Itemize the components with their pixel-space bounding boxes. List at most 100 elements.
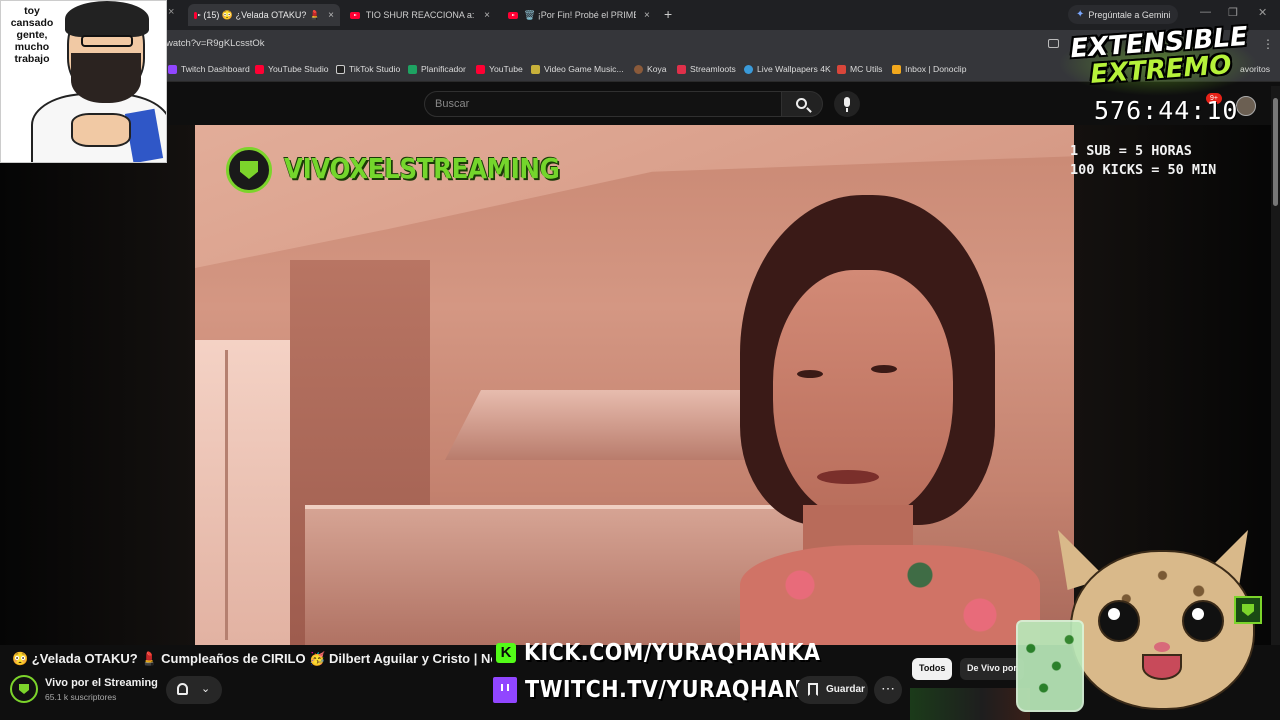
bookmark-mc-utils[interactable]: MC Utils	[837, 64, 882, 74]
tab-title: TIO SHUR REACCIONA a: "SIDE	[365, 10, 476, 20]
bookmark-tiktok-studio[interactable]: TikTok Studio	[336, 64, 400, 74]
url-field[interactable]: watch?v=R9gKLcsstOk	[166, 38, 264, 49]
bookmark-label: Streamloots	[690, 64, 736, 74]
chip-from-channel[interactable]: De Vivo por	[960, 658, 1024, 680]
subathon-timer: 576:44:10	[1094, 96, 1239, 125]
meme-caption: toy cansado gente, mucho trabajo	[10, 5, 54, 65]
youtube-studio-icon	[255, 64, 264, 74]
bookmark-twitch-dashboard[interactable]: Twitch Dashboard	[168, 64, 250, 74]
tab-close-icon[interactable]: ×	[644, 10, 650, 21]
channel-name[interactable]: Vivo por el Streaming	[45, 677, 158, 689]
screen-root: × (15) 😳 ¿Velada OTAKU? 💄 × TIO SHUR REA…	[0, 0, 1280, 720]
youtube-favicon-icon	[194, 11, 202, 19]
video-person-eye	[871, 365, 897, 373]
meme-hand	[71, 113, 131, 147]
youtube-icon	[476, 64, 485, 74]
music-icon	[531, 64, 540, 74]
video-person-shirt	[740, 545, 1040, 645]
bookmark-youtube-studio[interactable]: YouTube Studio	[255, 64, 329, 74]
browser-tab-active[interactable]: (15) 😳 ¿Velada OTAKU? 💄 ×	[188, 4, 340, 26]
sub-rule-text: 1 SUB = 5 HORAS	[1070, 143, 1192, 159]
cat-nose	[1154, 642, 1170, 652]
tiktok-icon	[336, 64, 345, 74]
bookmark-label: YouTube	[489, 64, 523, 74]
cat-mascot-overlay	[1050, 530, 1280, 720]
cat-head	[1070, 550, 1255, 710]
left-backdrop	[0, 125, 195, 645]
kick-logo-icon: K	[496, 643, 516, 663]
search-input[interactable]: Buscar	[424, 91, 782, 117]
donoclip-icon	[892, 64, 901, 74]
save-button[interactable]: Guardar	[796, 676, 868, 704]
video-person-eye	[797, 370, 823, 378]
search-icon	[796, 98, 807, 109]
twitch-logo-icon	[493, 677, 517, 703]
tab-close-icon[interactable]: ×	[484, 10, 490, 21]
channel-avatar[interactable]	[10, 675, 38, 703]
bookmark-icon	[808, 683, 818, 696]
browser-tab[interactable]: TIO SHUR REACCIONA a: "SIDE ×	[344, 4, 496, 26]
bookmark-youtube[interactable]: YouTube	[476, 64, 523, 74]
bookmark-label: Video Game Music...	[544, 64, 624, 74]
meme-beard	[71, 53, 141, 103]
scrollbar-thumb[interactable]	[1273, 98, 1278, 206]
bookmark-label: Inbox | Donoclip	[905, 64, 967, 74]
meme-glasses	[81, 35, 133, 47]
bookmark-planificador[interactable]: Planificador	[408, 64, 466, 74]
drink-cup-overlay	[1016, 620, 1084, 712]
video-window	[195, 340, 290, 645]
bookmark-video-game-music[interactable]: Video Game Music...	[531, 64, 624, 74]
bookmark-koya[interactable]: Koya	[634, 64, 667, 74]
calendar-icon	[408, 64, 417, 74]
close-window-button[interactable]: ✕	[1258, 6, 1267, 19]
cat-eye	[1182, 600, 1224, 642]
bookmark-label: Twitch Dashboard	[181, 64, 250, 74]
gemini-button[interactable]: ✦ Pregúntale a Gemini	[1068, 5, 1179, 24]
gemini-sparkle-icon: ✦	[1076, 9, 1085, 20]
kick-url: KICK.COM/YURAQHANKA	[524, 640, 821, 666]
video-person-mouth	[817, 470, 879, 484]
bookmark-label: TikTok Studio	[349, 64, 401, 74]
chip-all[interactable]: Todos	[912, 658, 953, 680]
browser-menu-icon[interactable]: ⋮	[1262, 37, 1274, 51]
wallpaper-icon	[744, 64, 753, 74]
channel-shield-icon	[1234, 596, 1262, 624]
browser-tab-bar: × (15) 😳 ¿Velada OTAKU? 💄 × TIO SHUR REA…	[0, 0, 1280, 30]
bookmark-streamloots[interactable]: Streamloots	[677, 64, 736, 74]
channel-watermark-logo	[226, 147, 272, 193]
channel-watermark: VIVOXELSTREAMING	[284, 152, 560, 185]
kicks-rule-text: 100 KICKS = 50 MIN	[1070, 162, 1217, 178]
streamloots-icon	[677, 64, 686, 74]
first-tab-close-icon[interactable]: ×	[168, 6, 174, 18]
meme-overlay: toy cansado gente, mucho trabajo	[0, 0, 167, 163]
chevron-down-icon: ⌄	[201, 683, 211, 695]
bookmark-label: Koya	[647, 64, 667, 74]
save-label: Guardar	[826, 684, 865, 695]
cat-mouth	[1142, 654, 1182, 680]
more-actions-button[interactable]: ⋯	[874, 676, 902, 704]
tab-title: (15) 😳 ¿Velada OTAKU? 💄	[203, 9, 321, 20]
minimize-button[interactable]: —	[1200, 6, 1211, 18]
mc-utils-icon	[837, 64, 846, 74]
kick-promo: K KICK.COM/YURAQHANKA	[496, 640, 853, 666]
related-video-thumbnail[interactable]	[910, 688, 1030, 720]
video-player[interactable]	[195, 125, 1074, 645]
account-avatar[interactable]	[1236, 96, 1256, 116]
bookmark-label: Live Wallpapers 4K	[757, 64, 831, 74]
cat-eye	[1098, 600, 1140, 642]
twitch-icon	[168, 64, 177, 74]
search-button[interactable]	[781, 91, 823, 117]
koya-icon	[634, 64, 643, 74]
tab-close-icon[interactable]: ×	[328, 10, 334, 21]
voice-search-icon[interactable]	[834, 91, 860, 117]
bookmark-label: YouTube Studio	[268, 64, 329, 74]
bookmark-live-wallpapers[interactable]: Live Wallpapers 4K	[744, 64, 831, 74]
new-tab-button[interactable]: +	[664, 6, 672, 22]
bookmark-donoclip[interactable]: Inbox | Donoclip	[892, 64, 966, 74]
subscription-bell-button[interactable]: ⌄	[166, 676, 222, 704]
bookmark-label: MC Utils	[850, 64, 883, 74]
gemini-label: Pregúntale a Gemini	[1088, 9, 1171, 20]
tab-title: 🗑️ ¡Por Fin! Probé el PRIMER TE	[524, 9, 636, 20]
maximize-button[interactable]: ❐	[1228, 6, 1238, 19]
browser-tab[interactable]: 🗑️ ¡Por Fin! Probé el PRIMER TE ×	[502, 4, 658, 26]
